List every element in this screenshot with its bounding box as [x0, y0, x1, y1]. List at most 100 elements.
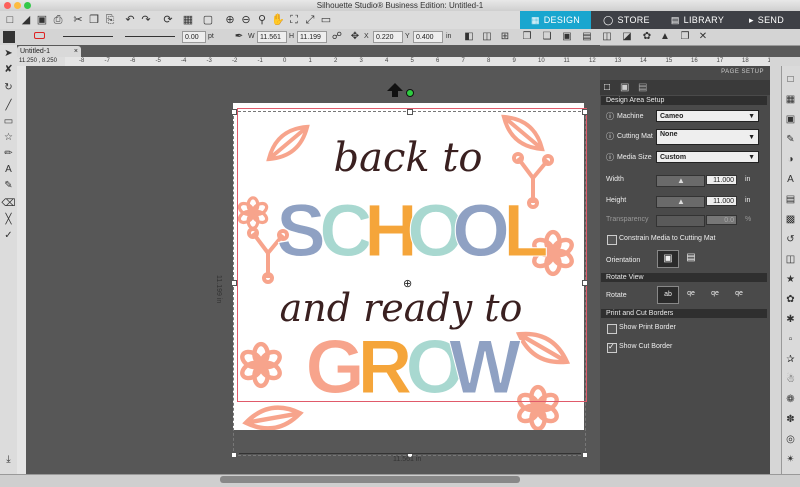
pixscan-tool-icon[interactable]: ▫	[783, 332, 798, 347]
text-tool-icon[interactable]: A	[1, 162, 16, 177]
cut-icon[interactable]: ✂	[70, 12, 86, 28]
transparency-slider[interactable]	[656, 215, 705, 227]
landscape-orientation-button[interactable]: ▤	[681, 250, 701, 266]
lasso-tool-icon[interactable]: ✘	[1, 62, 16, 77]
line-tool-icon[interactable]: ╱	[1, 98, 16, 113]
machine-select[interactable]: Cameo ▼	[656, 110, 759, 122]
fit-to-window-icon[interactable]: ⤢	[302, 12, 318, 28]
zoom-selection-icon[interactable]: ⚲	[254, 12, 270, 28]
height-field[interactable]: 11.199	[297, 31, 327, 43]
group-icon[interactable]: ❐	[520, 30, 534, 44]
rotate-180-button[interactable]: qe	[705, 286, 725, 302]
height-slider[interactable]: ▲	[656, 196, 705, 208]
ungroup-icon[interactable]: ❑	[540, 30, 554, 44]
modify-tool-icon[interactable]: ◫	[783, 252, 798, 267]
rhinestone-tool-icon[interactable]: ❁	[783, 392, 798, 407]
warp-tool-icon[interactable]: ✱	[783, 312, 798, 327]
page-setup-tool-icon[interactable]: □	[783, 72, 798, 87]
transparency-value-field[interactable]: 0.0	[706, 215, 737, 225]
tab-design[interactable]: ▦ DESIGN	[520, 11, 591, 29]
open-folder-icon[interactable]: ◢	[18, 12, 34, 28]
resize-handle-l[interactable]	[231, 280, 237, 286]
cutting-mat-info-icon[interactable]: ⓘ	[606, 131, 614, 142]
add-icon[interactable]: ⊞	[498, 30, 512, 44]
lock-ratio-icon[interactable]: ☍	[330, 30, 344, 44]
line-weight-dropdown[interactable]	[120, 30, 180, 44]
refresh-icon[interactable]: ⟳	[160, 12, 176, 28]
grid-tool-icon[interactable]: ▦	[783, 92, 798, 107]
zoom-out-icon[interactable]: ⊖	[238, 12, 254, 28]
resize-handle-bl[interactable]	[231, 452, 237, 458]
paste-icon[interactable]: ⎘	[102, 12, 118, 28]
fill-color-swatch[interactable]	[3, 31, 15, 43]
resize-handle-tr[interactable]	[582, 109, 588, 115]
align-tool-icon[interactable]: ▤	[783, 192, 798, 207]
point-edit-tool-icon[interactable]: ↻	[1, 80, 16, 95]
eyedropper-tool-icon[interactable]: ✓	[1, 228, 16, 243]
tab-library[interactable]: ▤ LIBRARY	[662, 11, 733, 29]
fit-page-icon[interactable]: ⛶	[286, 12, 302, 28]
show-print-border-checkbox[interactable]	[607, 324, 617, 334]
width-slider[interactable]: ▲	[656, 175, 705, 187]
resize-handle-t[interactable]	[407, 109, 413, 115]
bring-forward-icon[interactable]: ◫	[600, 30, 614, 44]
resize-handle-r[interactable]	[582, 280, 588, 286]
offset-tool-icon[interactable]: ★	[783, 272, 798, 287]
sketch-tool-icon[interactable]: ✽	[783, 412, 798, 427]
registration-icon[interactable]: ▤	[638, 82, 647, 93]
release-compound-icon[interactable]: ▤	[580, 30, 594, 44]
pan-icon[interactable]: ✋	[270, 12, 286, 28]
fill-tool-icon[interactable]: ▣	[783, 112, 798, 127]
trace-tool-icon[interactable]: ✿	[783, 292, 798, 307]
new-document-icon[interactable]: □	[2, 12, 18, 28]
machine-info-icon[interactable]: ⓘ	[606, 111, 614, 122]
line-color-tool-icon[interactable]: ✎	[783, 132, 798, 147]
horizontal-scrollbar[interactable]	[220, 476, 520, 483]
zoom-in-icon[interactable]: ⊕	[222, 12, 238, 28]
resize-handle-tl[interactable]	[231, 109, 237, 115]
constrain-checkbox[interactable]	[607, 235, 617, 245]
deselect-icon[interactable]: ▢	[200, 12, 216, 28]
rectangle-tool-icon[interactable]: ▭	[1, 114, 16, 129]
select-all-icon[interactable]: ▦	[180, 12, 196, 28]
tab-send[interactable]: ▸ SEND	[733, 11, 800, 29]
transparency-tool-icon[interactable]: ◑	[783, 152, 798, 167]
redo-icon[interactable]: ↷	[138, 12, 154, 28]
cube-icon[interactable]: ❐	[678, 30, 692, 44]
show-cut-border-checkbox[interactable]	[607, 342, 617, 353]
tab-untitled-1[interactable]: Untitled-1 ×	[17, 46, 81, 57]
import-icon[interactable]: ⤓	[1, 452, 16, 467]
library-tool-icon[interactable]: ☃	[783, 372, 798, 387]
replicate-tool-icon[interactable]: ▩	[783, 212, 798, 227]
tab-store[interactable]: ◯ STORE	[591, 11, 662, 29]
rotate-0-button[interactable]: ab	[657, 286, 679, 304]
line-width-field[interactable]: 0.00	[182, 31, 206, 43]
resize-handle-br[interactable]	[582, 452, 588, 458]
pencil-tool-icon[interactable]: ✏	[1, 146, 16, 161]
select-tool-icon[interactable]: ➤	[1, 46, 16, 61]
line-style-icon[interactable]	[32, 30, 46, 44]
pen-icon[interactable]: ✒	[232, 30, 246, 44]
rotate-knob[interactable]	[406, 89, 414, 97]
copy-icon[interactable]: ❐	[86, 12, 102, 28]
layers-tool-icon[interactable]: ✰	[783, 352, 798, 367]
move-icon[interactable]: ✥	[348, 30, 362, 44]
page-settings-icon[interactable]: ▣	[620, 82, 629, 93]
cutting-mat-select[interactable]: None ▼	[656, 129, 759, 145]
paint-tool-icon[interactable]: ✎	[1, 178, 16, 193]
width-value-field[interactable]: 11.000	[706, 175, 737, 185]
line-style-dropdown[interactable]	[58, 30, 118, 44]
knife-tool-icon[interactable]: ╳	[1, 212, 16, 227]
page-setup-icon[interactable]: □	[604, 82, 610, 93]
page-view-icon[interactable]: ▭	[318, 12, 334, 28]
media-size-info-icon[interactable]: ⓘ	[606, 152, 614, 163]
width-field[interactable]: 11.561	[257, 31, 287, 43]
emboss-tool-icon[interactable]: ◎	[783, 432, 798, 447]
flower-shape-icon[interactable]: ✿	[640, 30, 654, 44]
shapes-icon[interactable]: ▲	[658, 30, 672, 44]
align-left-icon[interactable]: ◧	[462, 30, 476, 44]
star-tool-icon[interactable]: ☆	[1, 130, 16, 145]
rotate-270-button[interactable]: qe	[729, 286, 749, 302]
nesting-tool-icon[interactable]: ✴	[783, 452, 798, 467]
media-size-select[interactable]: Custom ▼	[656, 151, 759, 163]
